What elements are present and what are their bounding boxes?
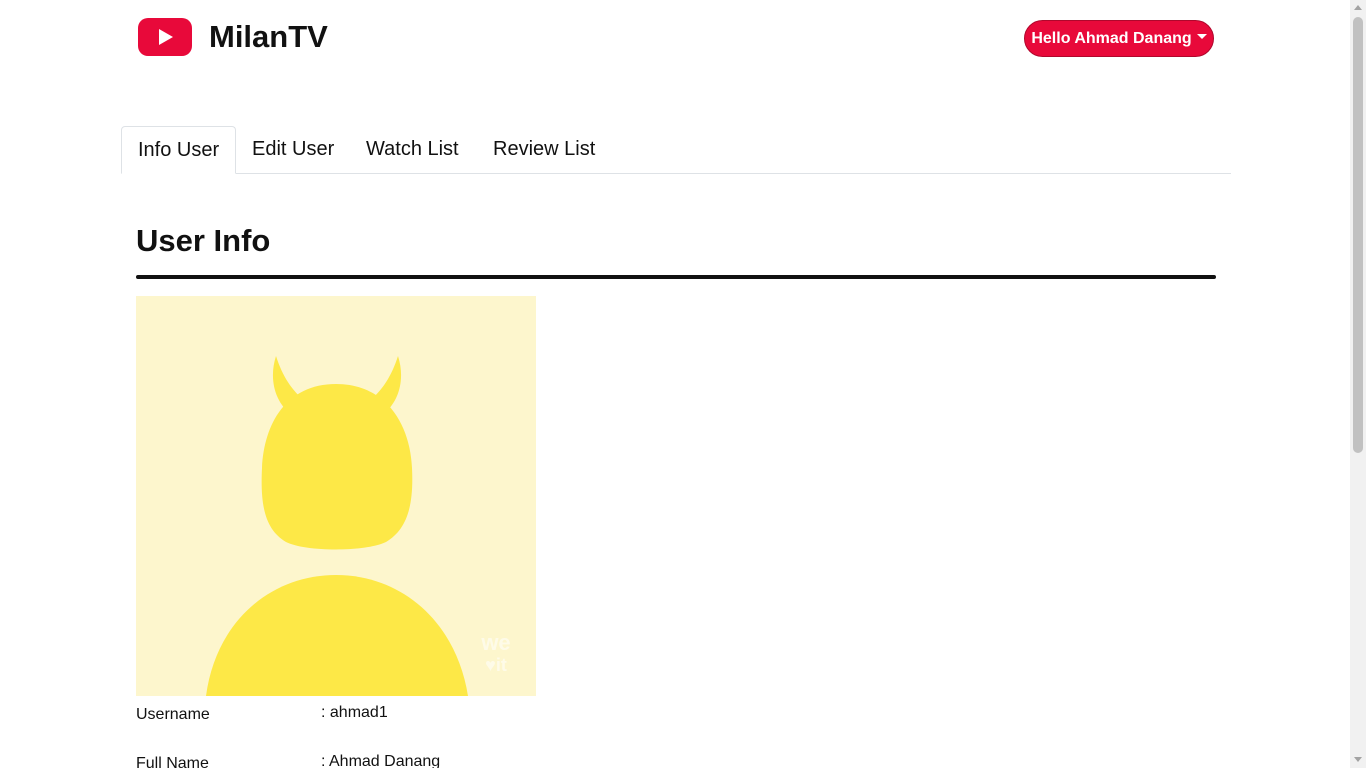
tab-review-list[interactable]: Review List (477, 126, 611, 174)
devil-avatar-image: we ♥it (136, 296, 536, 696)
section-divider (136, 275, 1216, 279)
section-title: User Info (136, 223, 271, 258)
scroll-up-arrow-icon[interactable] (1354, 5, 1362, 10)
caret-down-icon (1196, 34, 1207, 39)
profile-tabs: Info User Edit User Watch List Review Li… (121, 126, 1231, 174)
tab-watch-list[interactable]: Watch List (350, 126, 475, 174)
info-value-full-name: : Ahmad Danang (321, 753, 441, 768)
brand-link[interactable]: MilanTV (138, 18, 328, 56)
user-menu-label: Hello Ahmad Danang (1031, 29, 1192, 47)
scroll-down-arrow-icon[interactable] (1354, 757, 1362, 762)
brand-name: MilanTV (209, 19, 328, 54)
info-row-username: Username : ahmad1 (136, 704, 736, 730)
svg-text:♥it: ♥it (485, 655, 507, 675)
tab-info-user[interactable]: Info User (121, 126, 237, 174)
svg-text:we: we (480, 630, 510, 655)
navbar: MilanTV Hello Ahmad Danang (0, 0, 1350, 80)
tab-edit-user[interactable]: Edit User (236, 126, 350, 174)
page-scrollbar[interactable] (1350, 0, 1366, 768)
user-menu-dropdown[interactable]: Hello Ahmad Danang (1024, 20, 1214, 57)
info-row-full-name: Full Name : Ahmad Danang (136, 753, 736, 768)
scrollbar-thumb[interactable] (1353, 17, 1363, 453)
page: MilanTV Hello Ahmad Danang Info User Edi… (0, 0, 1366, 768)
info-value-username: : ahmad1 (321, 704, 388, 721)
youtube-play-icon (138, 18, 192, 56)
info-label-full-name: Full Name (136, 755, 209, 768)
info-label-username: Username (136, 706, 210, 723)
